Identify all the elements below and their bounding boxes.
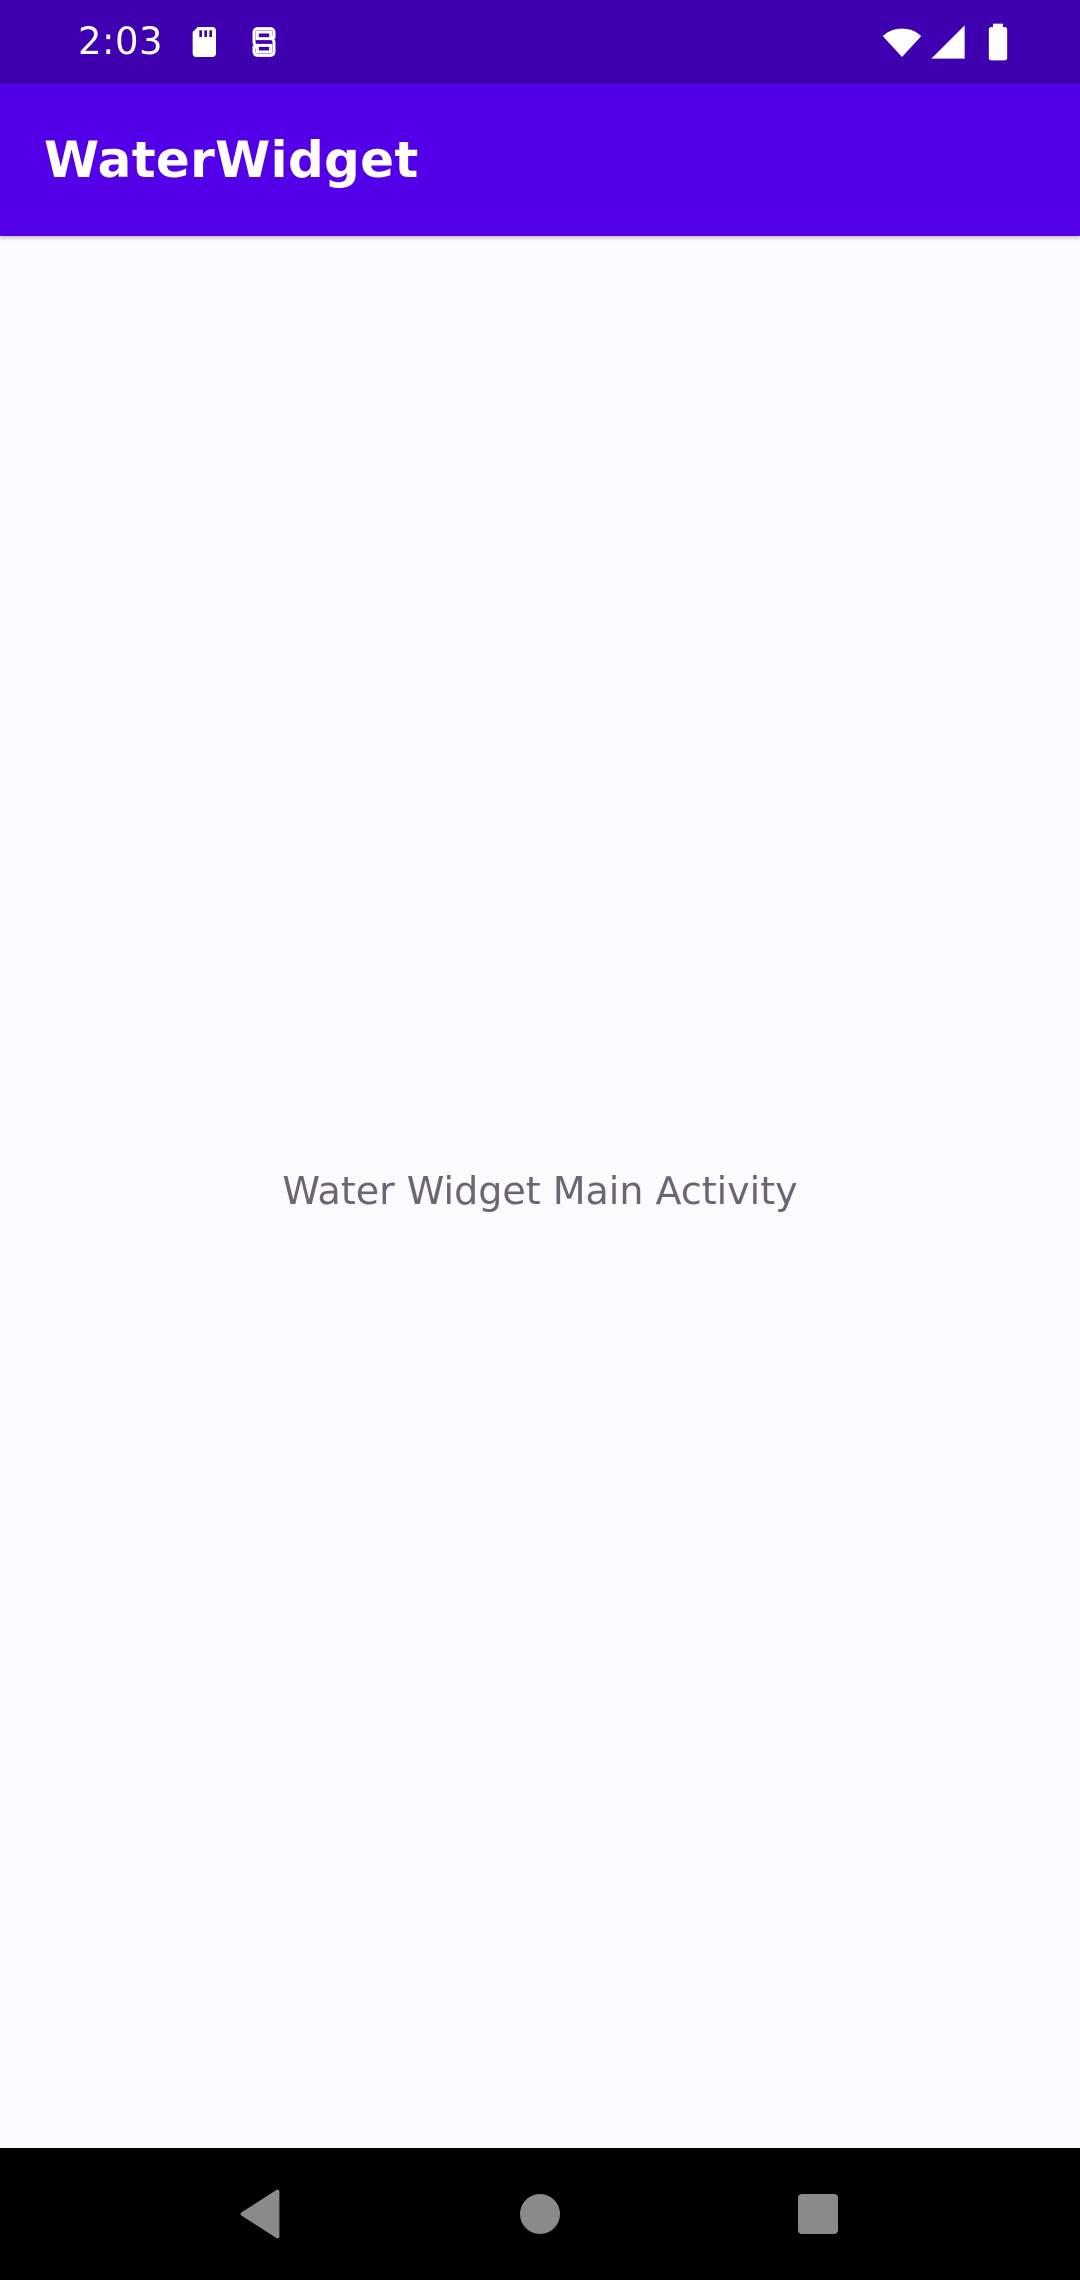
wifi-icon — [880, 22, 924, 62]
back-icon[interactable] — [230, 2184, 290, 2244]
sd-card-icon — [186, 22, 226, 62]
recents-icon[interactable] — [788, 2184, 848, 2244]
main-content: Water Widget Main Activity — [0, 236, 1080, 2148]
battery-icon — [978, 22, 1018, 62]
app-bar: WaterWidget — [0, 84, 1080, 236]
signal-icon — [928, 22, 968, 62]
screen: 2:03 WaterWidget Water Widget Main Activ… — [0, 0, 1080, 2280]
navigation-bar — [0, 2148, 1080, 2280]
home-icon[interactable] — [510, 2184, 570, 2244]
status-bar: 2:03 — [0, 0, 1080, 84]
app-title: WaterWidget — [44, 131, 419, 189]
sync-icon — [244, 22, 284, 62]
main-activity-text: Water Widget Main Activity — [282, 1169, 798, 1213]
status-time: 2:03 — [78, 20, 164, 63]
